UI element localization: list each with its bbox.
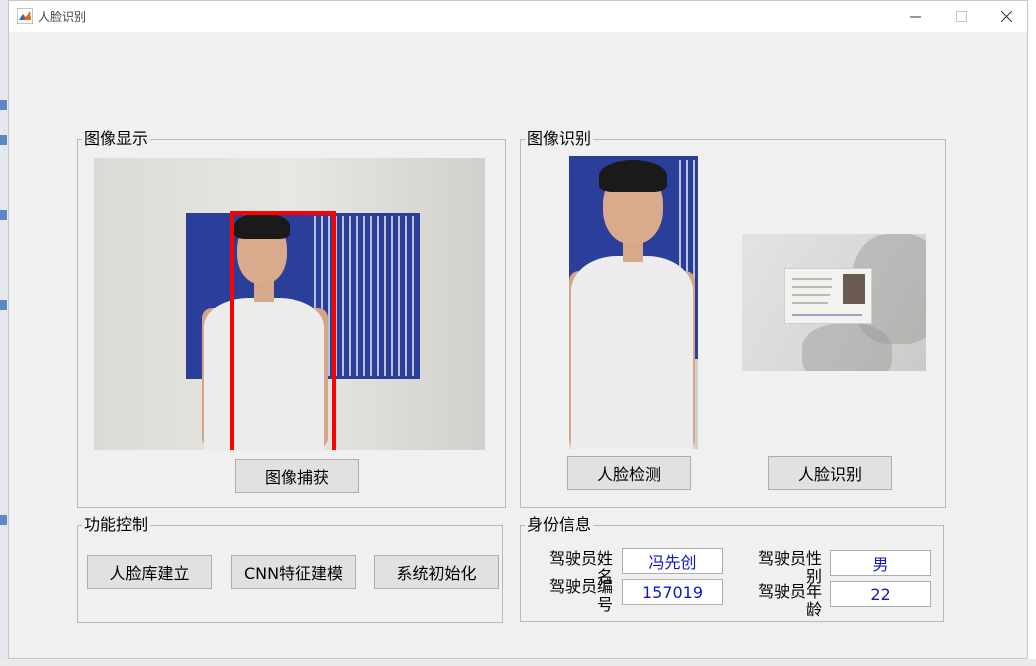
matlab-app-icon (17, 8, 33, 24)
maximize-icon (955, 11, 967, 22)
system-init-button[interactable]: 系统初始化 (374, 555, 499, 589)
driver-id-field[interactable]: 157019 (622, 579, 723, 605)
driver-age-label: 驾驶员年龄 (757, 582, 822, 619)
background-bottom-strip (0, 659, 1036, 666)
driver-age-field[interactable]: 22 (830, 581, 931, 607)
face-recognize-button[interactable]: 人脸识别 (768, 456, 892, 490)
app-window: 人脸识别 图像显示 图像捕获 图像识别 人脸检测 人脸识别 功能控制 人脸库建立… (8, 0, 1028, 659)
image-recognition-panel-title: 图像识别 (525, 129, 594, 149)
minimize-icon (909, 16, 921, 18)
detected-face-image (569, 156, 698, 449)
close-icon (1000, 11, 1012, 22)
identity-info-panel-title: 身份信息 (525, 515, 594, 535)
build-face-database-button[interactable]: 人脸库建立 (87, 555, 212, 589)
captured-image (94, 158, 485, 450)
image-display-panel-title: 图像显示 (82, 129, 151, 149)
capture-image-button[interactable]: 图像捕获 (235, 459, 359, 493)
driver-id-label: 驾驶员编号 (548, 577, 613, 614)
maximize-button[interactable] (938, 1, 984, 32)
title-bar: 人脸识别 (9, 1, 1027, 32)
window-title: 人脸识别 (38, 10, 87, 24)
background-desktop-strip (0, 0, 8, 666)
image-recognition-panel: 图像识别 人脸检测 人脸识别 (520, 129, 946, 508)
function-control-panel: 功能控制 人脸库建立 CNN特征建模 系统初始化 (77, 515, 503, 623)
close-button[interactable] (983, 1, 1029, 32)
face-detection-box (230, 211, 336, 450)
driver-gender-field[interactable]: 男 (830, 550, 931, 576)
driver-gender-label: 驾驶员性别 (757, 549, 822, 586)
id-card-image (742, 234, 926, 371)
face-detect-button[interactable]: 人脸检测 (567, 456, 691, 490)
image-display-panel: 图像显示 图像捕获 (77, 129, 506, 508)
driver-name-field[interactable]: 冯先创 (622, 548, 723, 574)
cnn-feature-model-button[interactable]: CNN特征建模 (231, 555, 356, 589)
identity-info-panel: 身份信息 驾驶员姓名 冯先创 驾驶员性别 男 驾驶员编号 157019 驾驶员年… (520, 515, 944, 622)
minimize-button[interactable] (892, 1, 938, 32)
function-control-panel-title: 功能控制 (82, 515, 151, 535)
